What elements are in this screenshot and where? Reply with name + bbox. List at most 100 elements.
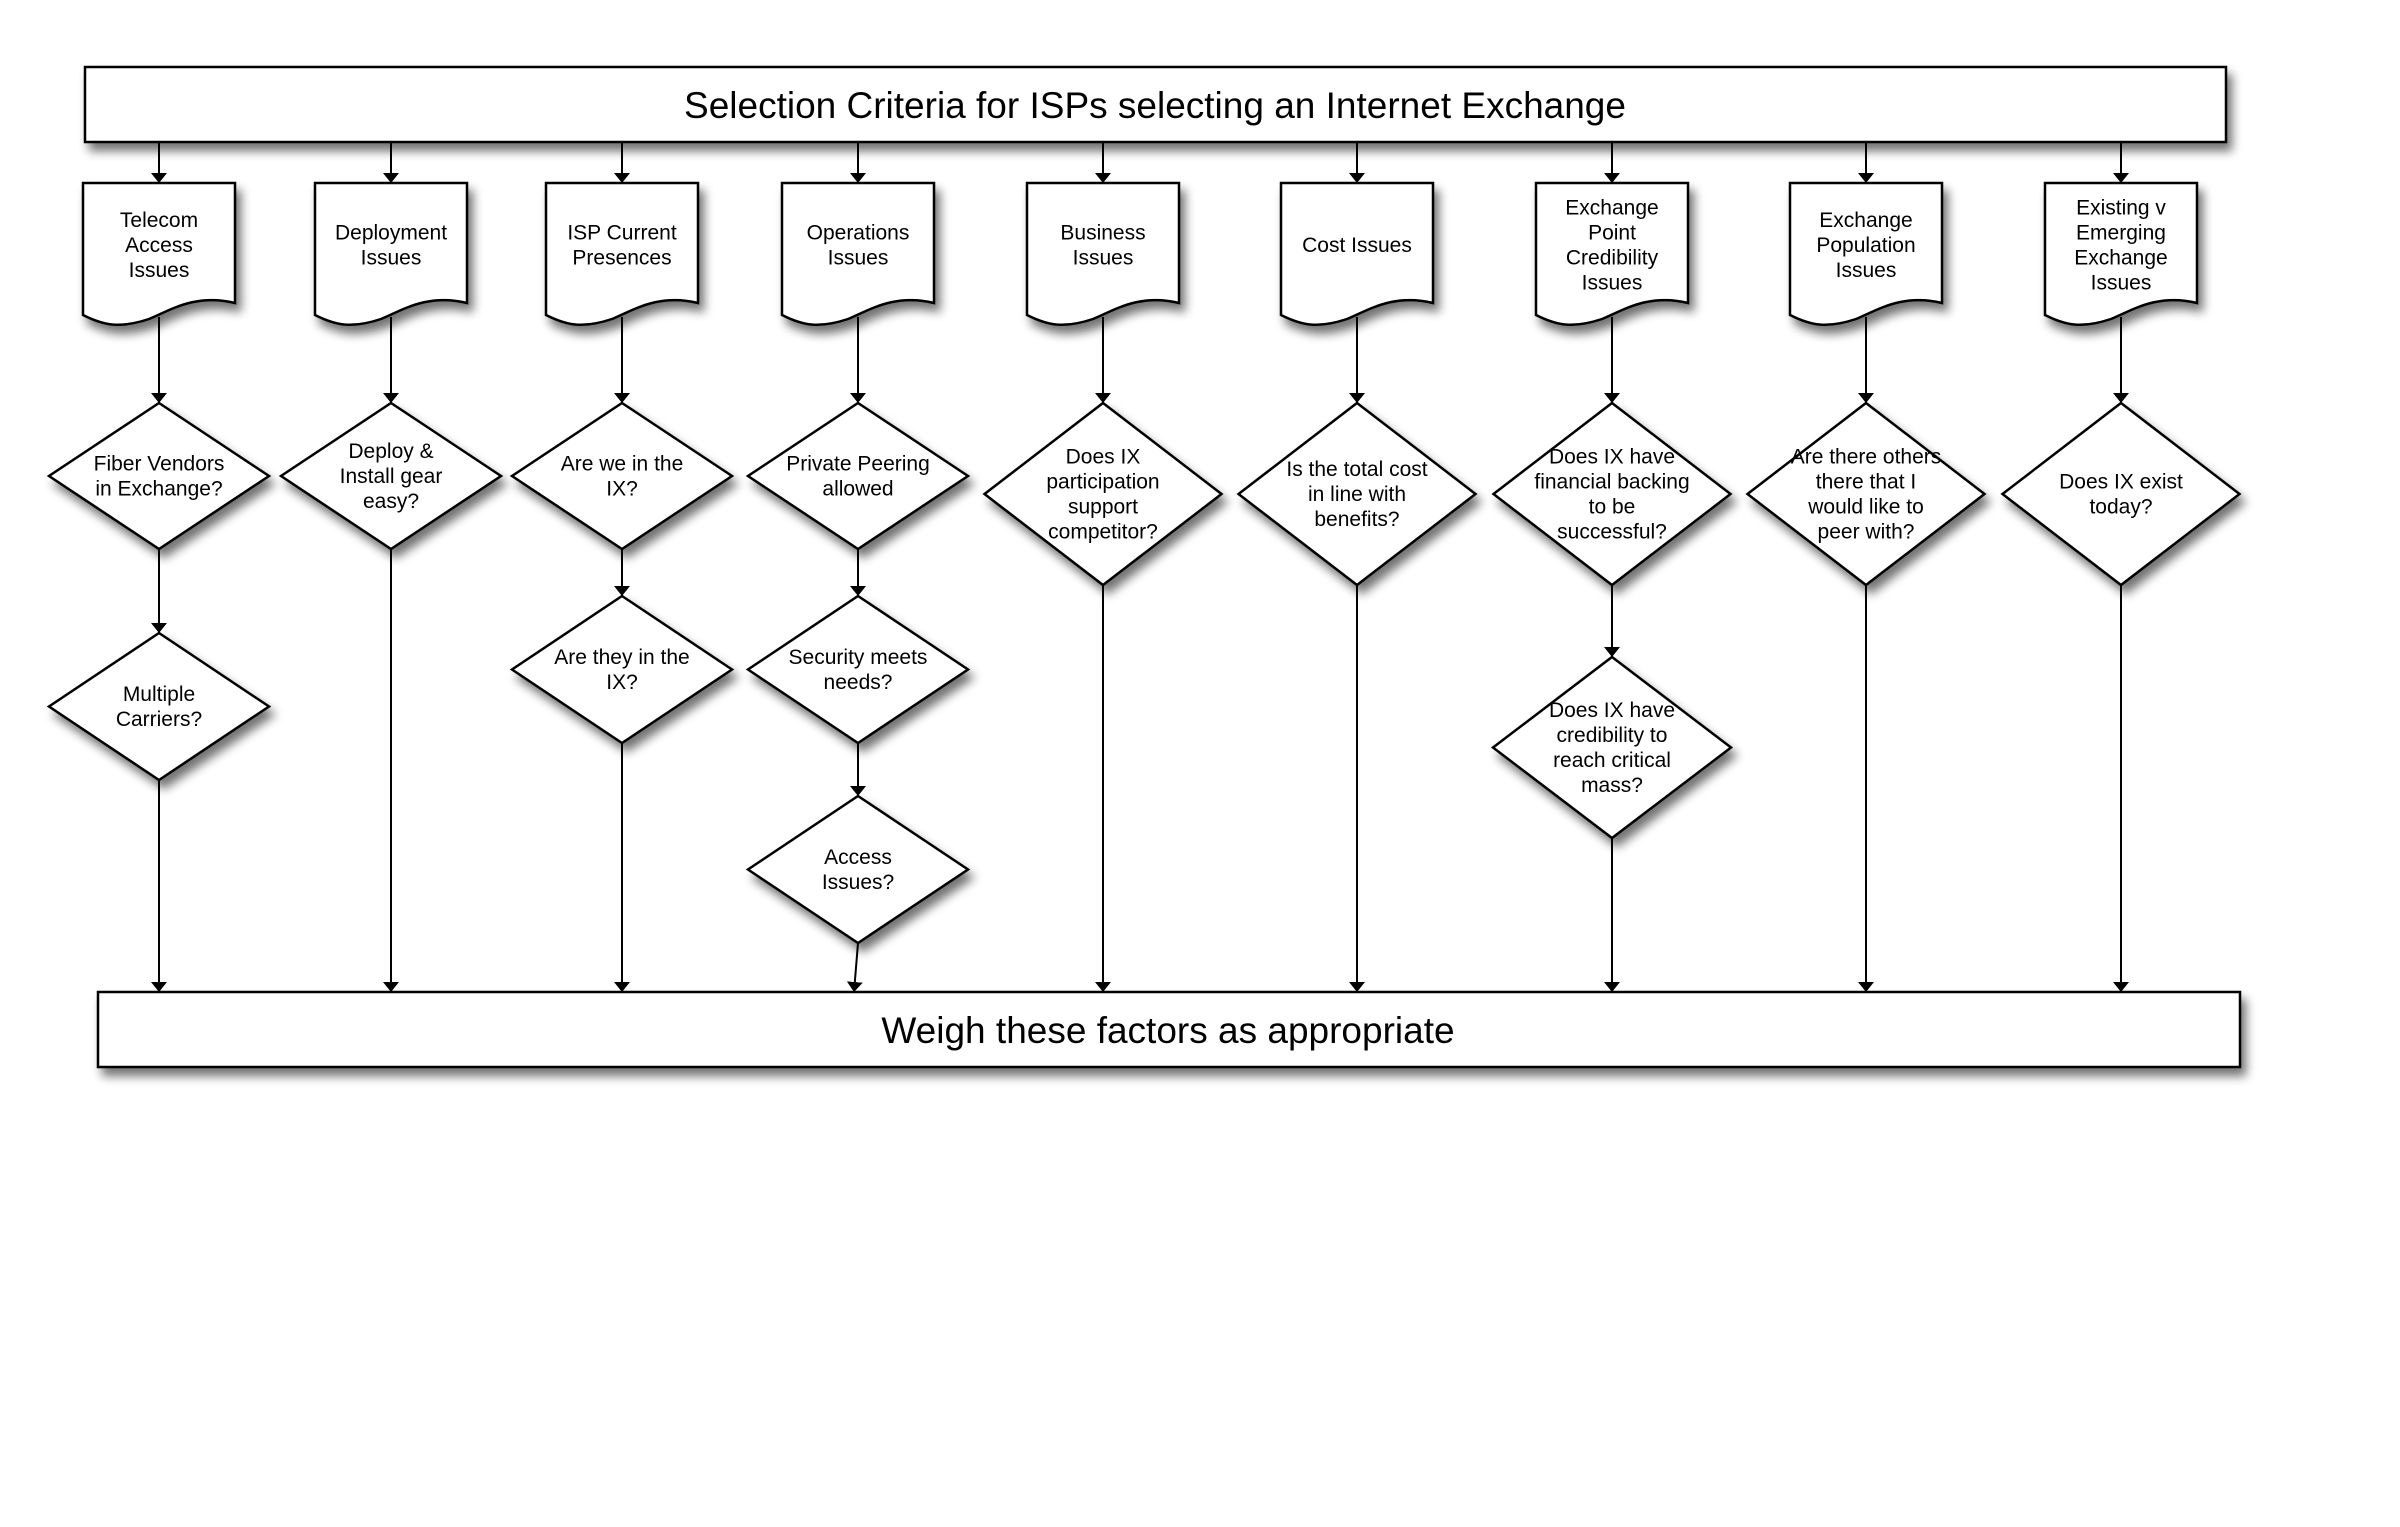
category-label: Existing v	[2076, 197, 2166, 220]
decision-label: benefits?	[1314, 508, 1399, 531]
category-label: Access	[125, 234, 193, 257]
decision-label: Private Peering	[786, 453, 930, 476]
decision-label: in line with	[1308, 483, 1406, 506]
decision-label: financial backing	[1534, 471, 1689, 494]
category-node: DeploymentIssues	[313, 181, 469, 326]
category-label: Issues	[129, 259, 190, 282]
title-box: Selection Criteria for ISPs selecting an…	[83, 65, 2228, 144]
decision-label: Multiple	[123, 683, 195, 706]
category-label: Exchange	[1565, 197, 1658, 220]
category-label: Issues	[1073, 247, 1134, 270]
decision-node: Are there othersthere that Iwould like t…	[1745, 401, 1987, 587]
decision-label: easy?	[363, 490, 419, 513]
decision-label: IX?	[606, 478, 638, 501]
diamond-shape	[745, 594, 971, 745]
category-node: ExchangePopulationIssues	[1788, 181, 1944, 326]
category-label: Exchange	[2074, 247, 2167, 270]
diamond-shape	[46, 401, 272, 551]
category-label: Issues	[828, 247, 889, 270]
category-label: Issues	[2091, 272, 2152, 295]
decision-label: Deploy &	[348, 440, 433, 463]
decision-label: Access	[824, 846, 892, 869]
decision-node: AccessIssues?	[745, 794, 971, 945]
decision-node: Does IXparticipationsupportcompetitor?	[982, 401, 1224, 587]
decision-node: Does IX havecredibility toreach critical…	[1490, 655, 1734, 840]
diamond-shape	[509, 401, 735, 551]
category-label: Business	[1060, 222, 1145, 245]
category-label: Telecom	[120, 209, 198, 232]
decision-label: reach critical	[1553, 749, 1671, 772]
decision-node: Security meetsneeds?	[745, 594, 971, 745]
category-label: Deployment	[335, 222, 447, 245]
category-node: ISP CurrentPresences	[544, 181, 700, 326]
decision-node: Is the total costin line withbenefits?	[1236, 401, 1478, 587]
diamond-shape	[509, 594, 735, 745]
decision-node: Fiber Vendorsin Exchange?	[46, 401, 272, 551]
decision-label: Security meets	[789, 646, 928, 669]
diamond-shape	[745, 401, 971, 551]
category-label: Credibility	[1566, 247, 1659, 270]
category-node: TelecomAccessIssues	[81, 181, 237, 326]
decision-node: Does IX existtoday?	[2000, 401, 2242, 587]
decision-node: Deploy &Install geareasy?	[278, 401, 504, 551]
decision-label: Carriers?	[116, 708, 202, 731]
decision-label: Fiber Vendors	[94, 453, 225, 476]
decision-label: participation	[1046, 471, 1159, 494]
category-label: Emerging	[2076, 222, 2166, 245]
decision-label: Install gear	[340, 465, 443, 488]
category-node: Cost Issues	[1279, 181, 1435, 326]
diamond-shape	[745, 794, 971, 945]
flowchart: Selection Criteria for ISPs selecting an…	[46, 65, 2242, 1069]
decision-label: Are we in the	[561, 453, 684, 476]
decision-node: Does IX havefinancial backingto besucces…	[1491, 401, 1733, 587]
diamond-shape	[982, 401, 1224, 587]
decision-label: IX?	[606, 671, 638, 694]
decision-label: would like to	[1807, 496, 1924, 519]
diamond-shape	[2000, 401, 2242, 587]
decision-label: Are there others	[1791, 446, 1942, 469]
footer-text: Weigh these factors as appropriate	[881, 1010, 1454, 1051]
decision-label: Does IX have	[1549, 446, 1675, 469]
arrow-to-footer	[846, 942, 863, 993]
decision-label: Issues?	[822, 871, 894, 894]
decision-node: MultipleCarriers?	[46, 631, 272, 782]
decision-label: mass?	[1581, 774, 1643, 797]
decision-label: Does IX	[1066, 446, 1141, 469]
decision-label: support	[1068, 496, 1138, 519]
decision-label: today?	[2089, 496, 2152, 519]
decision-label: Is the total cost	[1286, 458, 1427, 481]
category-label: Point	[1588, 222, 1636, 245]
decision-label: Does IX exist	[2059, 471, 2183, 494]
diamond-shape	[1491, 401, 1733, 587]
category-node: OperationsIssues	[780, 181, 936, 326]
diamond-shape	[1745, 401, 1987, 587]
category-label: Presences	[572, 247, 671, 270]
diamond-shape	[46, 631, 272, 782]
category-node: BusinessIssues	[1025, 181, 1181, 326]
decision-label: there that I	[1816, 471, 1916, 494]
category-label: Cost Issues	[1302, 234, 1412, 257]
decision-label: credibility to	[1557, 724, 1668, 747]
category-node: Existing vEmergingExchangeIssues	[2043, 181, 2199, 326]
decision-label: needs?	[824, 671, 893, 694]
category-label: Issues	[1836, 259, 1897, 282]
decision-label: Does IX have	[1549, 699, 1675, 722]
decision-node: Private Peeringallowed	[745, 401, 971, 551]
decision-label: allowed	[822, 478, 893, 501]
decision-label: peer with?	[1818, 521, 1915, 544]
decision-label: competitor?	[1048, 521, 1158, 544]
category-label: Population	[1816, 234, 1915, 257]
category-label: Operations	[807, 222, 910, 245]
decision-node: Are they in theIX?	[509, 594, 735, 745]
category-node: ExchangePointCredibilityIssues	[1534, 181, 1690, 326]
category-label: Issues	[361, 247, 422, 270]
decision-label: to be	[1589, 496, 1636, 519]
footer-box: Weigh these factors as appropriate	[96, 990, 2242, 1069]
decision-node: Are we in theIX?	[509, 401, 735, 551]
decision-label: Are they in the	[554, 646, 689, 669]
category-label: ISP Current	[567, 222, 676, 245]
decision-label: in Exchange?	[95, 478, 222, 501]
category-label: Exchange	[1819, 209, 1912, 232]
diagram-title: Selection Criteria for ISPs selecting an…	[684, 85, 1626, 126]
diamond-shape	[1490, 655, 1734, 840]
